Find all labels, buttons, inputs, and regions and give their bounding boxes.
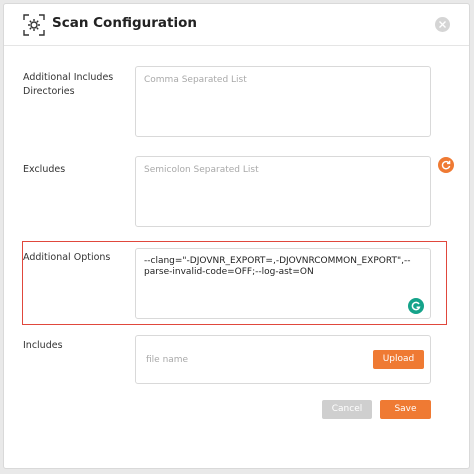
excludes-input[interactable] [135,156,431,227]
grammarly-icon[interactable] [408,298,424,314]
close-icon [439,21,446,28]
close-button[interactable] [435,17,450,32]
upload-button[interactable]: Upload [373,350,424,369]
cancel-button[interactable]: Cancel [322,400,372,419]
refresh-button[interactable] [438,157,454,173]
additional-includes-input[interactable] [135,66,431,137]
dialog-header: Scan Configuration [4,4,469,46]
save-button[interactable]: Save [380,400,431,419]
additional-includes-label: Additional Includes Directories [23,72,114,97]
additional-options-input[interactable]: --clang="-DJOVNR_EXPORT=,-DJOVNRCOMMON_E… [135,248,431,319]
file-name-placeholder: file name [146,355,189,365]
scan-configuration-dialog: Scan Configuration Additional Includes D… [3,3,470,469]
refresh-icon [441,160,451,170]
includes-upload-box: file name Upload [135,335,431,384]
scan-settings-icon [23,14,45,36]
additional-options-value: --clang="-DJOVNR_EXPORT=,-DJOVNRCOMMON_E… [144,256,411,277]
dialog-title: Scan Configuration [52,15,197,31]
includes-label: Includes [23,340,63,351]
additional-options-label: Additional Options [23,252,111,263]
excludes-label: Excludes [23,164,66,175]
